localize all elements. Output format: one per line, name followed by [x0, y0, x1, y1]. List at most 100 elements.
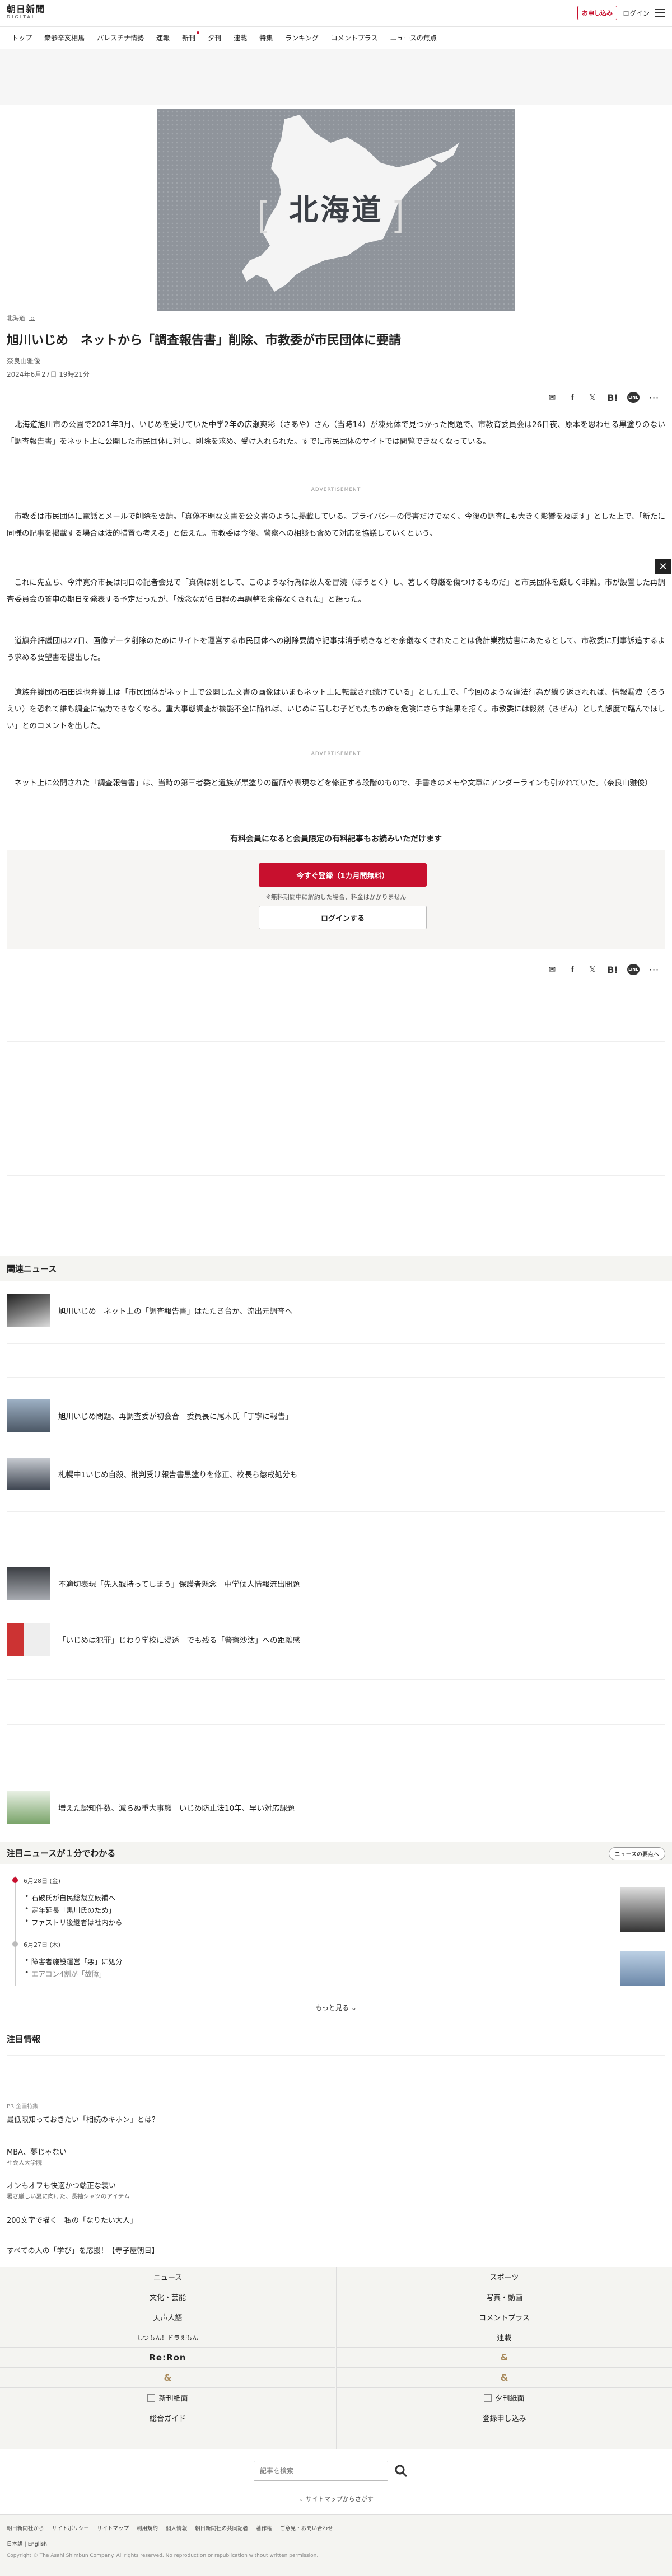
related-item[interactable]: 増えた認知件数、減らぬ重大事態 いじめ防止法10年、早い対応課題	[7, 1791, 665, 1824]
info-item[interactable]: すべての人の「学び」を応援！【寺子屋朝日】	[7, 2245, 159, 2255]
related-title: 増えた認知件数、減らぬ重大事態 いじめ防止法10年、早い対応課題	[58, 1804, 295, 1813]
nav-item-ranking[interactable]: ランキング	[279, 33, 325, 43]
paywall-note: ※無料期間中に解約した場合、料金はかかりません	[265, 893, 407, 901]
timeline-thumbnail[interactable]	[620, 1951, 665, 1986]
share-bar-top: ✉ f 𝕏 B! LINE ···	[547, 392, 660, 403]
footer-nav-reron[interactable]: Re:Ron	[0, 2348, 335, 2368]
timeline-item[interactable]: エアコン4割が「故障」	[25, 1968, 106, 1979]
mail-icon[interactable]: ✉	[547, 964, 558, 975]
footer-link[interactable]: 朝日新聞社の共同記者	[195, 2524, 248, 2532]
facebook-icon[interactable]: f	[567, 964, 578, 975]
info-item[interactable]: 200文字で描く 私の「なりたい大人」	[7, 2214, 137, 2225]
more-link[interactable]: もっと見る ⌄	[0, 2003, 672, 2012]
line-icon[interactable]: LINE	[627, 392, 640, 403]
related-thumbnail	[7, 1623, 50, 1656]
nav-item-commentplus[interactable]: コメントプラス	[325, 33, 384, 43]
footer-link[interactable]: 朝日新聞社から	[7, 2524, 44, 2532]
apply-button[interactable]: お申し込み	[577, 6, 617, 20]
close-icon[interactable]: ✕	[655, 559, 671, 574]
login-link[interactable]: ログイン	[623, 8, 650, 18]
ad-label: ADVERTISEMENT	[311, 487, 361, 493]
paywall-login-button[interactable]: ログインする	[259, 906, 427, 929]
timeline-dot	[12, 1941, 18, 1947]
timeline-item[interactable]: ファストリ後継者は社内から	[25, 1917, 122, 1927]
x-icon[interactable]: 𝕏	[587, 392, 598, 403]
timeline-item[interactable]: 石破氏が自民総裁立候補へ	[25, 1892, 115, 1903]
hatena-icon[interactable]: B!	[607, 392, 618, 403]
category-label[interactable]: 北海道	[7, 313, 25, 322]
related-item[interactable]: 札幌中1いじめ自殺、批判受け報告書黒塗りを修正、校長ら懲戒処分も	[7, 1458, 665, 1490]
search-input[interactable]	[254, 2461, 388, 2481]
site-logo[interactable]: 朝日新聞 DIGITAL	[7, 4, 47, 20]
footer-nav-and[interactable]: &	[337, 2348, 672, 2368]
nav-item-election[interactable]: 衆参辛亥相馬	[38, 33, 91, 43]
info-item[interactable]: オンもオフも快適かつ端正な装い	[7, 2180, 116, 2190]
footer-nav-sports[interactable]: スポーツ	[337, 2267, 672, 2287]
facebook-icon[interactable]: f	[567, 392, 578, 403]
related-item[interactable]: 旭川いじめ問題、再調査委が初会合 委員長に尾木氏「丁寧に報告」	[7, 1399, 665, 1432]
footer-nav-news[interactable]: ニュース	[0, 2267, 335, 2287]
footer-nav-culture[interactable]: 文化・芸能	[0, 2287, 335, 2307]
sitemap-link[interactable]: ⌄ サイトマップからさがす	[0, 2494, 672, 2503]
attention-heading: 注目ニュースが１分でわかる	[0, 1842, 672, 1864]
footer-nav-evening[interactable]: 夕刊紙面	[337, 2388, 672, 2408]
related-item[interactable]: 旭川いじめ ネット上の「調査報告書」はたたき台か、流出元調査へ	[7, 1294, 665, 1327]
footer-nav-tensei[interactable]: 天声人語	[0, 2307, 335, 2327]
nav-item-series[interactable]: 連載	[227, 33, 253, 43]
article-paragraph: 市教委は市民団体に電話とメールで削除を要請。「真偽不明な文書を公文書のように掲載…	[7, 512, 665, 538]
ad-label: ADVERTISEMENT	[311, 751, 361, 757]
nav-item-palestine[interactable]: パレスチナ情勢	[91, 33, 150, 43]
timeline-thumbnail[interactable]	[620, 1887, 665, 1932]
nav-item-focus[interactable]: ニュースの焦点	[384, 33, 443, 43]
x-icon[interactable]: 𝕏	[587, 964, 598, 975]
footer-nav-and-2[interactable]: &	[337, 2368, 672, 2388]
more-icon[interactable]: ···	[648, 392, 660, 403]
footer-link[interactable]: サイトポリシー	[52, 2524, 90, 2532]
nav-item-top[interactable]: トップ	[6, 33, 38, 43]
site-footer: 朝日新聞社から サイトポリシー サイトマップ 利用規約 個人情報 朝日新聞社の共…	[0, 2514, 672, 2576]
footer-nav-doraemon[interactable]: しつもん！ドラえもん	[0, 2327, 335, 2348]
footer-link[interactable]: 著作権	[256, 2524, 272, 2532]
footer-nav-photo[interactable]: 写真・動画	[337, 2287, 672, 2307]
footer-link[interactable]: サイトマップ	[97, 2524, 129, 2532]
footer-link[interactable]: 利用規約	[137, 2524, 158, 2532]
timeline-item[interactable]: 障害者施設運営「悪」に処分	[25, 1956, 122, 1966]
related-title: 不適切表現「先入観持ってしまう」保護者懸念 中学個人情報流出問題	[58, 1580, 300, 1589]
related-item[interactable]: 「いじめは犯罪」じわり学校に浸透 でも残る「警察沙汰」への距離感	[7, 1623, 665, 1656]
more-icon[interactable]: ···	[648, 964, 660, 975]
nav-item-evening[interactable]: 夕刊	[202, 33, 227, 43]
top-ad-slot	[0, 49, 672, 105]
nav-item-feature[interactable]: 特集	[253, 33, 279, 43]
timeline-item[interactable]: 定年延長「黒川氏のため」	[25, 1904, 115, 1915]
footer-link[interactable]: ご意見・お問い合わせ	[280, 2524, 333, 2532]
attention-more-button[interactable]: ニュースの要点へ	[608, 1847, 665, 1860]
divider	[7, 1041, 665, 1042]
mail-icon[interactable]: ✉	[547, 392, 558, 403]
footer-nav-and-left[interactable]: &	[0, 2368, 335, 2388]
hatena-icon[interactable]: B!	[607, 964, 618, 975]
language-switch[interactable]: 日本語 | English	[7, 2540, 47, 2547]
info-item[interactable]: MBA、夢じゃない	[7, 2146, 67, 2157]
newspaper-icon	[147, 2394, 156, 2402]
related-thumbnail	[7, 1458, 50, 1490]
footer-nav-series[interactable]: 連載	[337, 2327, 672, 2348]
menu-icon[interactable]	[655, 9, 665, 17]
chevron-down-icon: ⌄	[351, 2004, 357, 2012]
line-icon[interactable]: LINE	[627, 964, 640, 975]
footer-link[interactable]: 個人情報	[166, 2524, 187, 2532]
footer-nav-guide[interactable]: 総合ガイド	[0, 2408, 335, 2428]
hero-image: [ ] 北海道	[157, 109, 515, 311]
nav-item-newpaper[interactable]: 新刊	[176, 31, 202, 43]
footer-nav-commentplus[interactable]: コメントプラス	[337, 2307, 672, 2327]
footer-nav-register[interactable]: 登録申し込み	[337, 2408, 672, 2428]
nav-item-breaking[interactable]: 速報	[150, 33, 176, 43]
divider	[7, 1343, 665, 1344]
info-item[interactable]: 最低限知っておきたい「相続のキホン」とは？	[7, 2114, 159, 2124]
article-title: 旭川いじめ ネットから「調査報告書」削除、市教委が市民団体に要請	[7, 334, 402, 348]
paywall-box: 今すぐ登録（1カ月間無料） ※無料期間中に解約した場合、料金はかかりません ログ…	[7, 850, 665, 949]
related-item[interactable]: 不適切表現「先入観持ってしまう」保護者懸念 中学個人情報流出問題	[7, 1567, 665, 1600]
search-icon[interactable]	[394, 2463, 408, 2478]
register-button[interactable]: 今すぐ登録（1カ月間無料）	[259, 863, 427, 887]
related-thumbnail	[7, 1399, 50, 1432]
footer-nav-newpaper[interactable]: 新刊紙面	[0, 2388, 335, 2408]
